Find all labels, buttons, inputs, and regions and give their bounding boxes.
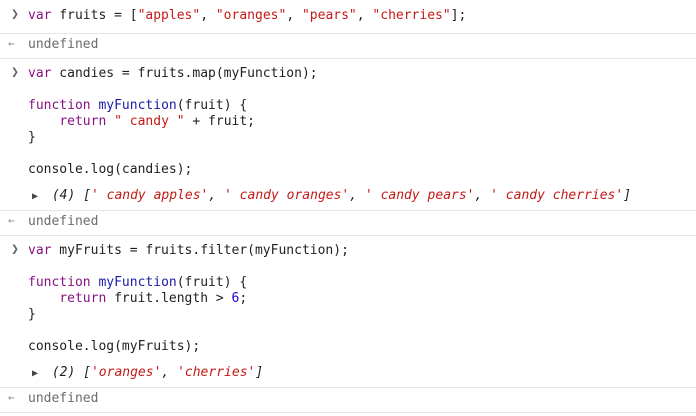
result-value: undefined <box>28 37 99 52</box>
keyword: var <box>28 8 52 23</box>
keyword: var <box>28 243 52 258</box>
console-input-entry[interactable]: ❯ var candies = fruits.map(myFunction); … <box>0 59 696 182</box>
return-arrow-icon: ←︎ <box>8 214 15 227</box>
array-count: (2) <box>51 365 76 380</box>
code-text: (fruit) { <box>176 275 248 290</box>
array-item: ' candy cherries' <box>490 188 624 203</box>
console-result-entry: ←︎ undefined <box>0 211 696 236</box>
function-name: myFunction <box>98 98 177 113</box>
console-input-entry[interactable]: ❯ var fruits = ["apples", "oranges", "pe… <box>0 0 696 34</box>
keyword: function <box>28 98 91 113</box>
array-item: 'cherries' <box>177 365 256 380</box>
code-line: var myFruits = fruits.filter(myFunction)… <box>28 243 696 259</box>
console-log-entry: ▶ (4) [' candy apples', ' candy oranges'… <box>0 182 696 211</box>
code-text: ]; <box>450 8 467 23</box>
function-name: myFunction <box>98 275 177 290</box>
array-item: ' candy apples' <box>90 188 209 203</box>
keyword: function <box>28 275 91 290</box>
code-line: console.log(myFruits); <box>28 339 201 354</box>
array-preview[interactable]: ▶ (4) [' candy apples', ' candy oranges'… <box>28 187 696 205</box>
console-log-entry: ▶ (2) ['oranges', 'cherries'] <box>0 359 696 388</box>
code-text: , <box>356 8 373 23</box>
code-line: return " candy " + fruit; <box>28 114 696 130</box>
triangle-right-icon[interactable]: ▶ <box>32 188 44 206</box>
array-item: ' candy pears' <box>364 188 475 203</box>
code-text: fruits = [ <box>51 8 138 23</box>
return-arrow-icon: ←︎ <box>8 391 15 404</box>
console-result-entry: ←︎ undefined <box>0 388 696 413</box>
console-panel: ❯ var fruits = ["apples", "oranges", "pe… <box>0 0 696 416</box>
code-line: function myFunction(fruit) { <box>28 275 696 291</box>
code-line: } <box>28 130 36 145</box>
keyword: return <box>59 291 107 306</box>
string-literal: "oranges" <box>215 8 287 23</box>
result-value: undefined <box>28 391 99 406</box>
code-text: , <box>200 8 216 23</box>
console-result-entry: ←︎ undefined <box>0 34 696 59</box>
console-input-entry[interactable]: ❯ var myFruits = fruits.filter(myFunctio… <box>0 236 696 359</box>
code-text: myFruits = fruits.filter(myFunction); <box>51 243 349 258</box>
chevron-right-icon: ❯ <box>11 242 19 257</box>
code-text: ; <box>239 291 248 306</box>
code-line: var candies = fruits.map(myFunction); <box>28 66 696 82</box>
code-line: function myFunction(fruit) { <box>28 98 696 114</box>
string-literal: " candy " <box>114 114 185 129</box>
keyword: var <box>28 66 52 81</box>
string-literal: "cherries" <box>372 8 451 23</box>
array-item: ' candy oranges' <box>224 188 350 203</box>
code-text: fruit.length > <box>106 291 232 306</box>
code-line: } <box>28 307 36 322</box>
string-literal: "apples" <box>137 8 201 23</box>
string-literal: "pears" <box>301 8 357 23</box>
keyword: return <box>59 114 107 129</box>
code-line: return fruit.length > 6; <box>28 291 696 307</box>
array-preview[interactable]: ▶ (2) ['oranges', 'cherries'] <box>28 364 696 382</box>
return-arrow-icon: ←︎ <box>8 37 15 50</box>
code-text: (fruit) { <box>176 98 248 113</box>
code-text: , <box>286 8 302 23</box>
code-text: candies = fruits.map(myFunction); <box>51 66 318 81</box>
code-text: + fruit; <box>184 114 256 129</box>
array-item: 'oranges' <box>90 365 162 380</box>
triangle-right-icon[interactable]: ▶ <box>32 365 44 383</box>
chevron-right-icon: ❯ <box>11 7 19 22</box>
chevron-right-icon: ❯ <box>11 65 19 80</box>
code-line: var fruits = ["apples", "oranges", "pear… <box>28 8 696 24</box>
code-line: console.log(candies); <box>28 162 193 177</box>
result-value: undefined <box>28 214 99 229</box>
array-count: (4) <box>51 188 76 203</box>
